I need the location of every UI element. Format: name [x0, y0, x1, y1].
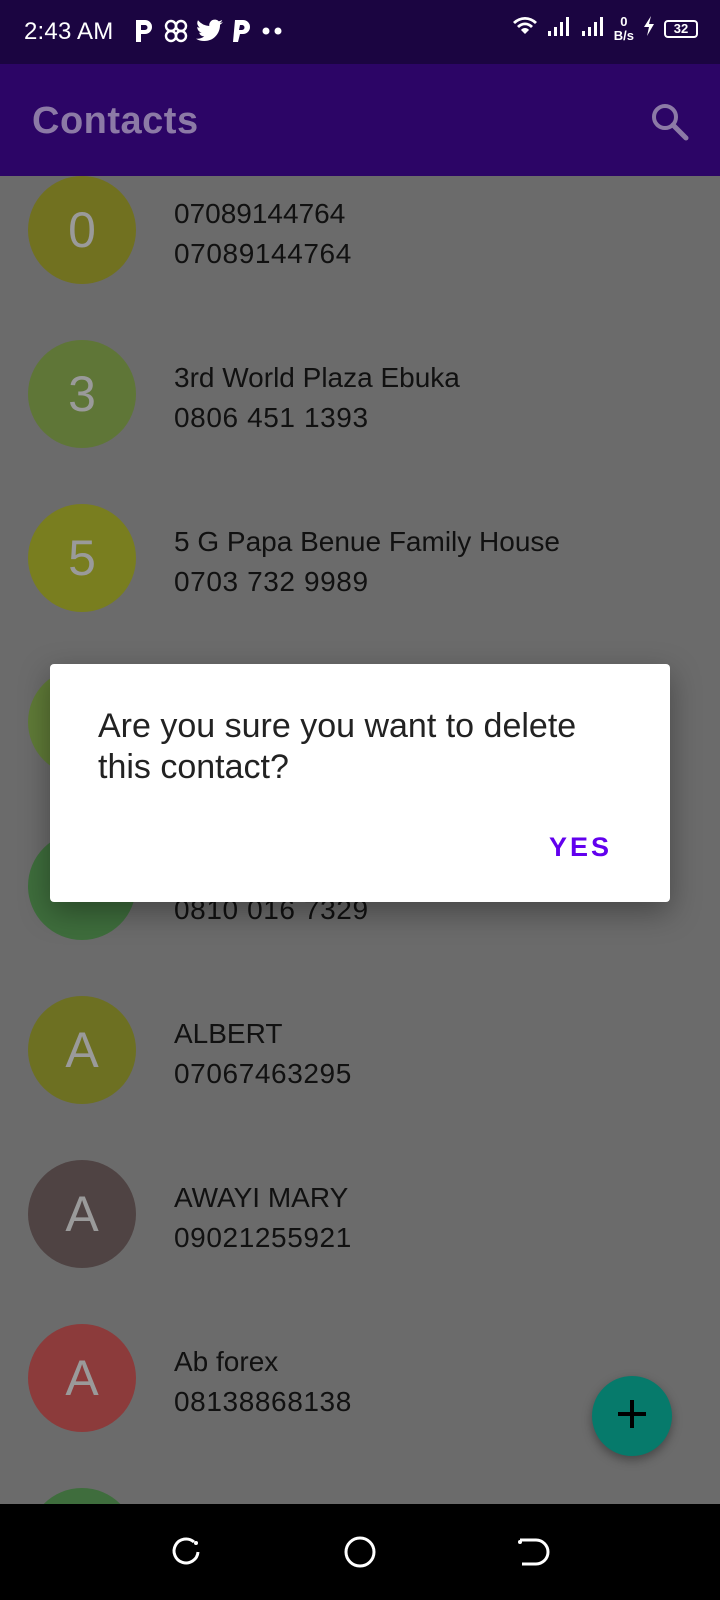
network-speed-value: 0 — [620, 13, 628, 29]
contact-name: Ab forex — [174, 1346, 279, 1377]
contact-avatar: A — [28, 1488, 136, 1504]
dialog-message: Are you sure you want to delete this con… — [98, 707, 577, 786]
contact-name: 5 G Papa Benue Family House — [174, 526, 560, 557]
p-app-icon — [230, 18, 252, 49]
home-button[interactable] — [340, 1532, 380, 1572]
contact-row[interactable]: A AWAYI MARY 09021255921 — [0, 1132, 720, 1296]
contact-phone: 09021255921 — [174, 1222, 352, 1253]
back-icon — [514, 1538, 554, 1576]
contact-avatar: 0 — [28, 176, 136, 284]
contact-row[interactable]: A ALBERT 07067463295 — [0, 968, 720, 1132]
signal-icon — [580, 14, 606, 43]
back-button[interactable] — [514, 1532, 554, 1572]
twitter-icon — [196, 19, 224, 48]
contact-row[interactable]: 3 3rd World Plaza Ebuka 0806 451 1393 — [0, 312, 720, 476]
contact-phone: 0703 732 9989 — [174, 566, 369, 597]
wifi-icon — [512, 14, 538, 43]
contact-name: AWAYI MARY — [174, 1182, 349, 1213]
signal-icon — [546, 14, 572, 43]
yes-button[interactable]: YES — [549, 832, 612, 863]
plus-icon — [614, 1396, 650, 1437]
contact-phone: 07067463295 — [174, 1058, 352, 1089]
navigation-bar — [0, 1504, 720, 1600]
contact-row[interactable]: 0 07089144764 07089144764 — [0, 176, 720, 312]
page-title: Contacts — [32, 100, 199, 142]
contact-avatar: 3 — [28, 340, 136, 448]
status-bar: 2:43 AM 0 B/s 32 — [0, 0, 720, 64]
contact-row[interactable]: A — [0, 1460, 720, 1504]
app-bar: Contacts — [0, 64, 720, 176]
contact-phone: 07089144764 — [174, 238, 352, 269]
more-dots-icon — [258, 18, 286, 49]
home-icon — [340, 1536, 380, 1576]
recent-apps-button[interactable] — [166, 1532, 206, 1572]
contact-phone: 0806 451 1393 — [174, 402, 369, 433]
contact-row[interactable]: 5 5 G Papa Benue Family House 0703 732 9… — [0, 476, 720, 640]
p-app-icon — [132, 18, 156, 49]
search-button[interactable] — [648, 100, 692, 144]
battery-icon: 32 — [664, 19, 698, 38]
recent-apps-icon — [166, 1537, 206, 1576]
contact-avatar: A — [28, 1160, 136, 1268]
network-speed-unit: B/s — [613, 27, 634, 43]
pinwheel-icon — [162, 17, 190, 50]
contact-avatar: A — [28, 996, 136, 1104]
delete-confirm-dialog: Are you sure you want to delete this con… — [50, 664, 670, 902]
add-contact-button[interactable] — [592, 1376, 672, 1456]
contact-name: 07089144764 — [174, 198, 346, 229]
contact-avatar: 5 — [28, 504, 136, 612]
contact-name: ALBERT — [174, 1018, 283, 1049]
network-speed: 0 B/s — [613, 13, 634, 43]
search-icon — [648, 104, 692, 148]
contact-avatar: A — [28, 1324, 136, 1432]
contact-name: 3rd World Plaza Ebuka — [174, 362, 460, 393]
contact-phone: 08138868138 — [174, 1386, 352, 1417]
system-icons: 0 B/s 32 — [512, 14, 698, 43]
status-time: 2:43 AM — [24, 18, 114, 45]
notification-icons — [132, 17, 286, 50]
charging-icon — [642, 15, 656, 42]
